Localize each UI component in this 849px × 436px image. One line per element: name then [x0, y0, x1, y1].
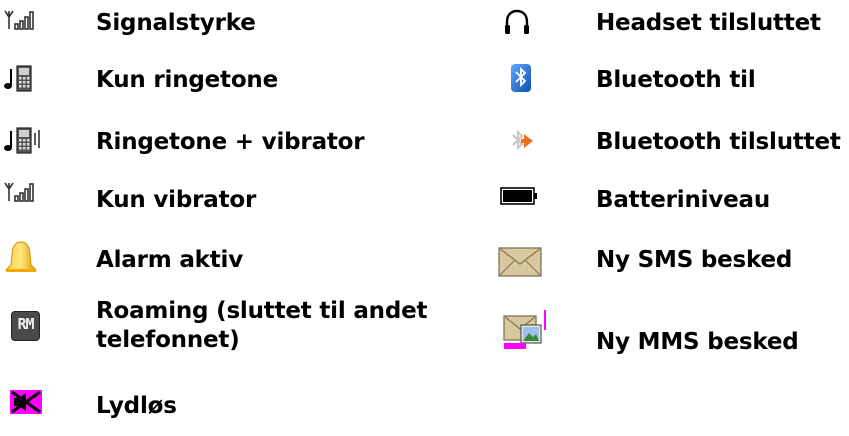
- roaming-icon-text: RM: [17, 315, 34, 333]
- legend-label-mms: Ny MMS besked: [596, 329, 799, 355]
- mms-envelope-icon: [503, 310, 546, 349]
- legend-label-bluetooth-on: Bluetooth til: [596, 67, 756, 93]
- legend-label-silent: Lydløs: [96, 393, 177, 419]
- legend-label-alarm-active: Alarm aktiv: [96, 247, 244, 273]
- legend-label-bluetooth-connected: Bluetooth tilsluttet: [596, 129, 841, 155]
- legend-label-battery: Batteriniveau: [596, 187, 771, 213]
- headset-icon: [505, 9, 529, 34]
- legend-label-ringtone-only: Kun ringetone: [96, 67, 279, 93]
- battery-icon: [500, 187, 537, 205]
- ringtone-vibrator-icon: [4, 127, 40, 154]
- bluetooth-on-icon: [511, 64, 531, 92]
- legend-label-signal-strength: Signalstyrke: [96, 10, 256, 36]
- vibrator-only-icon: [4, 182, 34, 202]
- ringtone-only-icon: [4, 65, 32, 92]
- legend-label-headset: Headset tilsluttet: [596, 10, 821, 36]
- silent-icon: [10, 390, 42, 414]
- bluetooth-connected-icon: [512, 129, 533, 151]
- roaming-icon: RM: [11, 311, 40, 341]
- legend-label-roaming: Roaming (sluttet til andet telefonnet): [96, 298, 428, 353]
- alarm-bell-icon: [4, 241, 38, 272]
- sms-envelope-icon: [498, 247, 542, 277]
- signal-strength-icon: [4, 10, 34, 30]
- legend-label-vibrator-only: Kun vibrator: [96, 187, 257, 213]
- legend-label-ringtone-vibrator: Ringetone + vibrator: [96, 129, 365, 155]
- legend-label-sms: Ny SMS besked: [596, 247, 793, 273]
